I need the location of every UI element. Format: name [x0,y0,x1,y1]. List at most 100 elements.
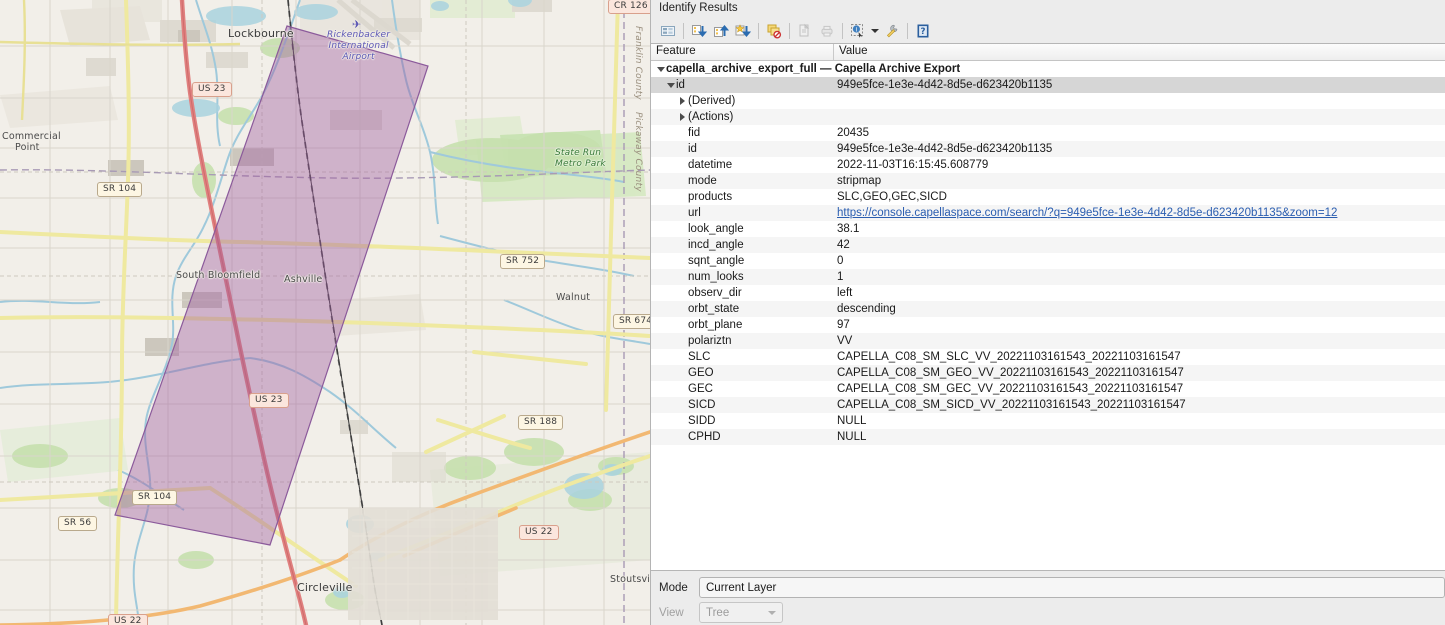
identify-settings-icon[interactable]: i [847,20,869,41]
attribute-key-cell: GEO [651,367,834,379]
attribute-value-cell: VV [834,335,1445,347]
attribute-value-cell: 42 [834,239,1445,251]
actions-label: (Actions) [688,111,734,123]
attribute-key-cell: SICD [651,399,834,411]
clear-results-icon[interactable] [763,20,785,41]
table-row[interactable]: CPHD NULL [651,429,1445,445]
table-row[interactable]: sqnt_angle 0 [651,253,1445,269]
identify-results-panel: Identify Results i ? Feature Value capel… [650,0,1445,625]
chevron-down-icon[interactable] [655,61,666,77]
attribute-key: incd_angle [688,239,744,251]
view-label: View [659,606,684,619]
tree-header: Feature Value [651,44,1445,61]
attribute-value-cell: NULL [834,415,1445,427]
qgis-window: Lockbourne Commercial Point South Bloomf… [0,0,1445,625]
attribute-value-cell: CAPELLA_C08_SM_GEC_VV_20221103161543_202… [834,383,1445,395]
table-row[interactable]: observ_dir left [651,285,1445,301]
feature-id-key-cell: id [651,77,834,93]
table-row[interactable]: polariztn VV [651,333,1445,349]
attribute-key-cell: incd_angle [651,239,834,251]
attribute-value: 949e5fce-1e3e-4d42-8d5e-d623420b1135 [837,143,1053,155]
chevron-down-icon[interactable] [665,77,676,93]
column-header-value[interactable]: Value [834,44,1445,60]
actions-key-cell: (Actions) [651,109,834,125]
tree-row-derived[interactable]: (Derived) [651,93,1445,109]
mode-combobox[interactable]: Current Layer [699,577,1445,598]
table-row[interactable]: fid 20435 [651,125,1445,141]
view-combobox: Tree [699,602,783,623]
map-canvas[interactable]: Lockbourne Commercial Point South Bloomf… [0,0,650,625]
attribute-key-cell: id [651,143,834,155]
attribute-key: url [688,207,701,219]
toolbar-separator-2 [758,22,759,39]
attribute-value-cell: CAPELLA_C08_SM_SLC_VV_20221103161543_202… [834,351,1445,363]
table-row[interactable]: products SLC,GEO,GEC,SICD [651,189,1445,205]
expand-all-icon[interactable] [732,20,754,41]
table-row[interactable]: GEO CAPELLA_C08_SM_GEO_VV_20221103161543_… [651,365,1445,381]
identify-toolbar: i ? [651,18,1445,43]
table-row[interactable]: look_angle 38.1 [651,221,1445,237]
attribute-key: look_angle [688,223,744,235]
tree-row-actions[interactable]: (Actions) [651,109,1445,125]
table-row[interactable]: orbt_state descending [651,301,1445,317]
table-row[interactable]: SIDD NULL [651,413,1445,429]
table-row[interactable]: mode stripmap [651,173,1445,189]
table-row[interactable]: datetime 2022-11-03T16:15:45.608779 [651,157,1445,173]
attribute-key-cell: polariztn [651,335,834,347]
attribute-value-cell: SLC,GEO,GEC,SICD [834,191,1445,203]
attribute-key: SLC [688,351,711,363]
derived-key-cell: (Derived) [651,93,834,109]
table-row[interactable]: incd_angle 42 [651,237,1445,253]
table-row[interactable]: num_looks 1 [651,269,1445,285]
attribute-value-cell: stripmap [834,175,1445,187]
expand-collapse-tree-icon[interactable] [657,20,679,41]
expand-new-results-icon[interactable] [688,20,710,41]
attribute-value: CAPELLA_C08_SM_GEC_VV_20221103161543_202… [837,383,1184,395]
view-value: Tree [706,606,730,619]
attribute-key-cell: SIDD [651,415,834,427]
attribute-key-cell: orbt_plane [651,319,834,331]
table-row[interactable]: orbt_plane 97 [651,317,1445,333]
attribute-key: orbt_state [688,303,740,315]
attribute-key-cell: datetime [651,159,834,171]
attribute-key-cell: mode [651,175,834,187]
attribute-key-cell: look_angle [651,223,834,235]
attribute-value-cell: 0 [834,255,1445,267]
attribute-key-cell: orbt_state [651,303,834,315]
attribute-value: VV [837,335,853,347]
table-row[interactable]: SICD CAPELLA_C08_SM_SICD_VV_2022110316154… [651,397,1445,413]
table-row[interactable]: id 949e5fce-1e3e-4d42-8d5e-d623420b1135 [651,141,1445,157]
help-icon[interactable]: ? [912,20,934,41]
chevron-right-icon[interactable] [677,93,688,109]
attribute-value-cell: left [834,287,1445,299]
attribute-url-link[interactable]: https://console.capellaspace.com/search/… [837,207,1337,219]
table-row[interactable]: SLC CAPELLA_C08_SM_SLC_VV_20221103161543_… [651,349,1445,365]
layer-group-label: capella_archive_export_full — Capella Ar… [666,63,961,75]
feature-id-value: 949e5fce-1e3e-4d42-8d5e-d623420b1135 [837,79,1053,91]
identify-settings-dropdown-arrow[interactable] [869,20,881,41]
options-wrench-icon[interactable] [881,20,903,41]
table-row[interactable]: GEC CAPELLA_C08_SM_GEC_VV_20221103161543_… [651,381,1445,397]
attribute-value-cell: 2022-11-03T16:15:45.608779 [834,159,1445,171]
attribute-value-cell: https://console.capellaspace.com/search/… [834,207,1445,219]
tree-body[interactable]: capella_archive_export_full — Capella Ar… [651,61,1445,570]
mode-row: Mode Current Layer [651,575,1445,600]
identify-results-tree[interactable]: Feature Value capella_archive_export_ful… [651,43,1445,571]
column-header-feature[interactable]: Feature [651,44,834,60]
tree-row-layer-group[interactable]: capella_archive_export_full — Capella Ar… [651,61,1445,77]
attribute-value: 0 [837,255,844,267]
attribute-value: NULL [837,431,867,443]
table-row[interactable]: url https://console.capellaspace.com/sear… [651,205,1445,221]
tree-row-feature-id[interactable]: id 949e5fce-1e3e-4d42-8d5e-d623420b1135 [651,77,1445,93]
attribute-value: 2022-11-03T16:15:45.608779 [837,159,989,171]
attribute-key-cell: sqnt_angle [651,255,834,267]
attribute-value-cell: 949e5fce-1e3e-4d42-8d5e-d623420b1135 [834,143,1445,155]
svg-text:i: i [856,25,858,33]
attribute-key-cell: GEC [651,383,834,395]
attribute-key-cell: fid [651,127,834,139]
chevron-right-icon[interactable] [677,109,688,125]
attribute-key-cell: observ_dir [651,287,834,299]
attribute-key: CPHD [688,431,721,443]
panel-title: Identify Results [651,0,1445,18]
collapse-all-icon[interactable] [710,20,732,41]
